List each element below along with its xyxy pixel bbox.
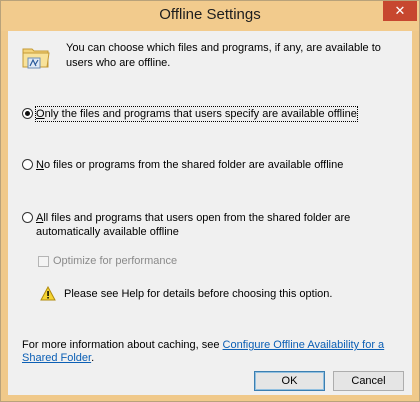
option-label-no-files: No files or programs from the shared fol…	[36, 159, 344, 171]
more-info-prefix: For more information about caching, see	[22, 339, 223, 351]
optimize-checkbox-row[interactable]: Optimize for performance	[38, 255, 177, 267]
optimize-checkbox[interactable]	[38, 255, 49, 267]
warning-text: Please see Help for details before choos…	[64, 287, 333, 300]
close-button[interactable]: ✕	[383, 1, 417, 21]
warning-icon	[40, 286, 56, 301]
option-only-specified[interactable]: Only the files and programs that users s…	[22, 106, 358, 122]
optimize-label: Optimize for performance	[53, 255, 178, 267]
warning-row: Please see Help for details before choos…	[40, 286, 332, 301]
option-label-all-files: All files and programs that users open f…	[36, 212, 351, 238]
dialog-body: You can choose which files and programs,…	[8, 31, 412, 395]
offline-settings-dialog: Offline Settings ✕ You can choose which …	[0, 0, 420, 402]
cancel-button[interactable]: Cancel	[333, 371, 404, 391]
option-all-files[interactable]: All files and programs that users open f…	[22, 211, 402, 239]
radio-no-files[interactable]	[22, 159, 33, 170]
ok-button[interactable]: OK	[254, 371, 325, 391]
option-label-only-specified: Only the files and programs that users s…	[35, 106, 358, 122]
offline-folder-icon	[22, 48, 50, 69]
radio-only-specified[interactable]	[22, 108, 33, 119]
intro-text: You can choose which files and programs,…	[66, 42, 381, 69]
window-title: Offline Settings	[159, 6, 261, 23]
option-no-files[interactable]: No files or programs from the shared fol…	[22, 158, 343, 172]
more-info-suffix: .	[91, 352, 95, 364]
title-bar[interactable]: Offline Settings ✕	[1, 1, 419, 31]
more-info-text: For more information about caching, see …	[22, 339, 402, 365]
radio-all-files[interactable]	[22, 212, 33, 223]
